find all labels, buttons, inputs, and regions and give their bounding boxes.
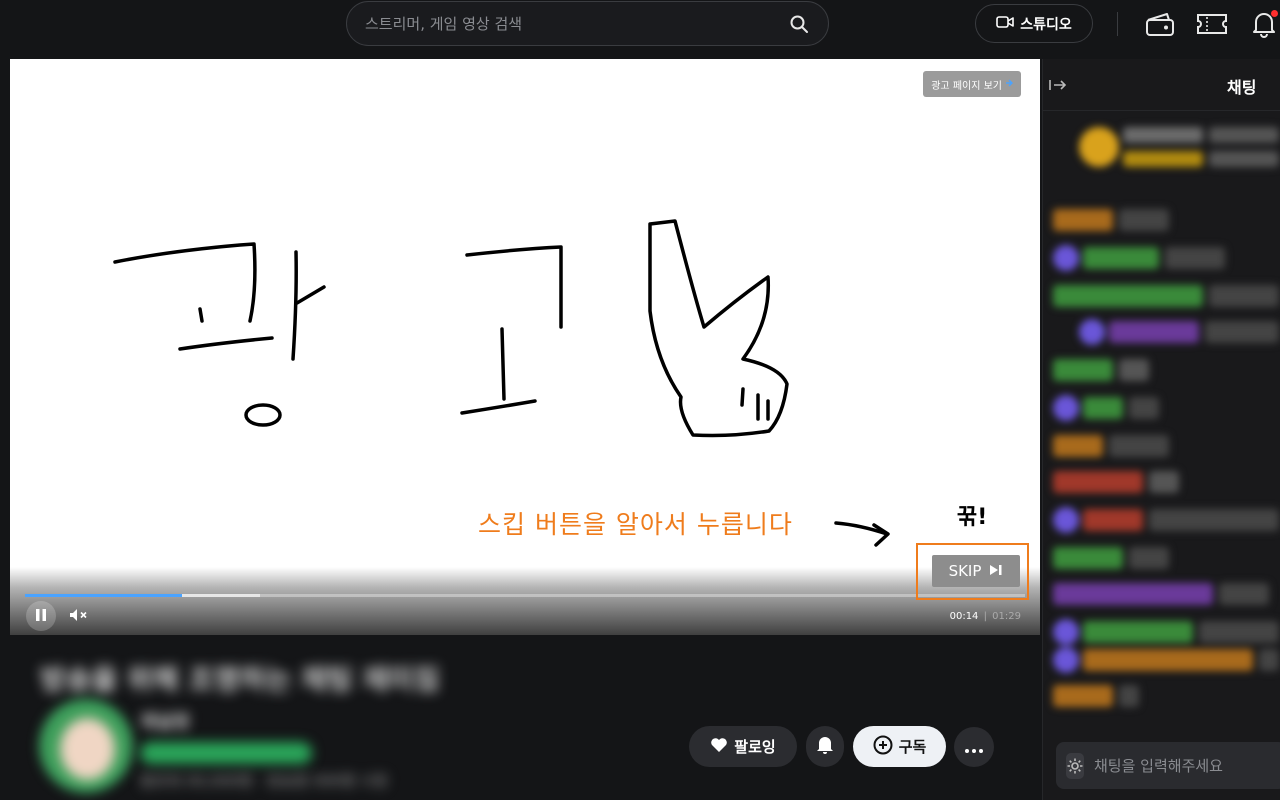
list-item (1209, 285, 1279, 307)
ticket-icon[interactable] (1196, 8, 1228, 40)
progress-played (25, 594, 182, 597)
list-item (1123, 151, 1203, 167)
list-item (1129, 397, 1159, 419)
list-item (1083, 247, 1159, 269)
search-input[interactable] (365, 14, 788, 33)
list-item (1053, 647, 1079, 673)
gear-icon[interactable] (1066, 752, 1084, 779)
list-item (1053, 359, 1113, 381)
chat-title: 채팅 (1227, 78, 1257, 97)
list-item (1109, 321, 1199, 343)
video-title: 방송을 위해 조명하는 채팅 재미짐 (40, 663, 440, 696)
ad-drawing (113, 219, 890, 547)
pause-button[interactable] (26, 601, 56, 631)
list-item (1123, 127, 1203, 143)
subscribe-button[interactable]: 구독 (853, 726, 946, 767)
more-icon (965, 738, 983, 757)
channel-badge (140, 742, 312, 764)
time-total: 01:29 (992, 611, 1021, 622)
list-item (1053, 435, 1103, 457)
alarm-button[interactable] (806, 726, 844, 767)
studio-label: 스튜디오 (1020, 16, 1072, 33)
list-item (1119, 359, 1149, 381)
controls-gradient (10, 567, 1040, 635)
list-item (1079, 319, 1105, 345)
list-item (1083, 397, 1123, 419)
studio-button[interactable]: 스튜디오 (975, 4, 1093, 43)
header-divider (1117, 12, 1118, 36)
channel-section: 방송을 위해 조명하는 채팅 재미짐 채널명 팔로워 00,000명 · 방송중… (0, 636, 1040, 800)
chat-messages (1049, 117, 1280, 737)
ad-page-label: 광고 페이지 보기 (931, 80, 1002, 92)
skip-button[interactable]: SKIP (932, 555, 1020, 587)
avatar[interactable] (40, 700, 132, 792)
list-item (1053, 209, 1113, 231)
list-item (1149, 471, 1179, 493)
skip-annotation-text: 스킵 버튼을 알아서 누릅니다 (478, 510, 793, 539)
search-icon[interactable] (788, 13, 810, 35)
list-item (1053, 507, 1079, 533)
arrow-right-icon (1005, 79, 1013, 90)
annotation-mark: 꾺! (957, 505, 988, 530)
more-button[interactable] (954, 727, 994, 767)
list-item (1053, 685, 1113, 707)
follow-button[interactable]: 팔로잉 (689, 726, 797, 767)
pinned-avatar (1079, 127, 1119, 167)
list-item (1053, 395, 1079, 421)
channel-name[interactable]: 채널명 (140, 708, 190, 734)
mute-icon (69, 607, 89, 626)
plus-circle-icon (873, 735, 893, 759)
list-item (1053, 471, 1143, 493)
time-separator: | (983, 611, 987, 622)
list-item (1209, 127, 1279, 143)
list-item (1205, 321, 1279, 343)
time-current: 00:14 (949, 611, 979, 622)
heart-icon (710, 737, 728, 757)
camera-icon (996, 15, 1015, 33)
mute-button[interactable] (68, 606, 90, 626)
skip-label: SKIP (948, 562, 982, 580)
list-item (1053, 285, 1203, 307)
list-item (1109, 435, 1169, 457)
list-item (1083, 509, 1143, 531)
list-item (1199, 621, 1279, 643)
chat-input[interactable] (1094, 756, 1280, 775)
time-display: 00:14 | 01:29 (950, 611, 1021, 622)
subscribe-label: 구독 (898, 738, 927, 756)
notification-dot (1271, 10, 1278, 17)
wallet-icon[interactable] (1144, 8, 1176, 40)
skip-next-icon (989, 562, 1003, 580)
list-item (1119, 209, 1169, 231)
video-player[interactable]: 광고 페이지 보기 스킵 버튼을 알아서 누릅니다 꾺! 00:14 | 01:… (10, 59, 1040, 635)
list-item (1053, 619, 1079, 645)
top-bar: 스튜디오 (0, 0, 1280, 48)
chat-header: 채팅 (1043, 59, 1280, 111)
channel-meta: 팔로워 00,000명 · 방송중 000명 시청 (140, 772, 388, 790)
list-item (1119, 685, 1139, 707)
bell-icon[interactable] (1248, 8, 1280, 40)
pause-icon (35, 607, 47, 626)
list-item (1209, 151, 1279, 167)
chat-input-box[interactable] (1056, 742, 1280, 789)
bell-icon (816, 735, 834, 759)
list-item (1165, 247, 1225, 269)
list-item (1053, 547, 1123, 569)
collapse-arrow-icon[interactable] (1047, 75, 1069, 95)
list-item (1053, 245, 1079, 271)
list-item (1149, 509, 1279, 531)
list-item (1083, 621, 1193, 643)
follow-label: 팔로잉 (734, 738, 776, 756)
chat-panel: 채팅 (1042, 59, 1280, 800)
list-item (1053, 583, 1213, 605)
list-item (1083, 649, 1253, 671)
progress-bar[interactable] (25, 594, 1025, 597)
list-item (1129, 547, 1169, 569)
list-item (1259, 649, 1279, 671)
search-bar[interactable] (346, 1, 829, 46)
ad-page-button[interactable]: 광고 페이지 보기 (923, 71, 1021, 97)
list-item (1219, 583, 1269, 605)
